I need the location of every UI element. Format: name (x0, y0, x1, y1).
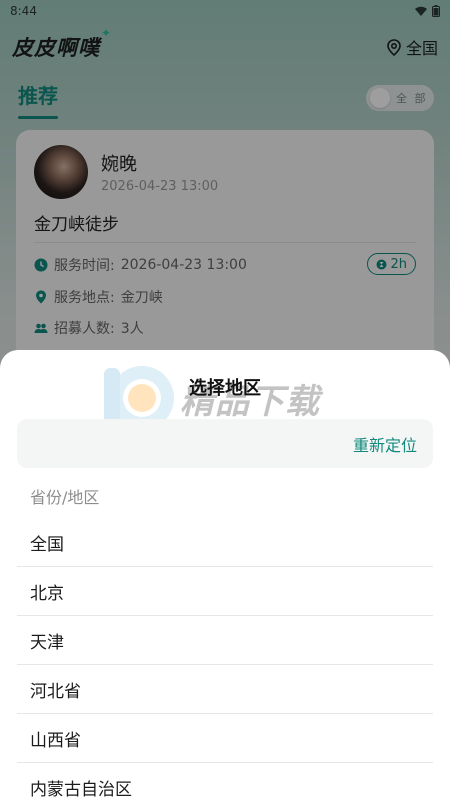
region-item-inner-mongolia[interactable]: 内蒙古自治区 (17, 763, 433, 800)
province-list-header: 省份/地区 (30, 488, 100, 507)
region-item-hebei[interactable]: 河北省 (17, 665, 433, 714)
region-item-beijing[interactable]: 北京 (17, 567, 433, 616)
region-item-tianjin[interactable]: 天津 (17, 616, 433, 665)
relocate-bar: 重新定位 (17, 419, 433, 468)
region-item-shanxi[interactable]: 山西省 (17, 714, 433, 763)
relocate-button[interactable]: 重新定位 (353, 432, 417, 456)
region-item-national[interactable]: 全国 (17, 518, 433, 567)
region-picker-sheet: 精品下载 www.j9p.com 选择地区 重新定位 省份/地区 全国 北京 天… (0, 350, 450, 800)
region-list: 全国 北京 天津 河北省 山西省 内蒙古自治区 (17, 518, 433, 800)
sheet-title: 选择地区 (189, 378, 261, 399)
